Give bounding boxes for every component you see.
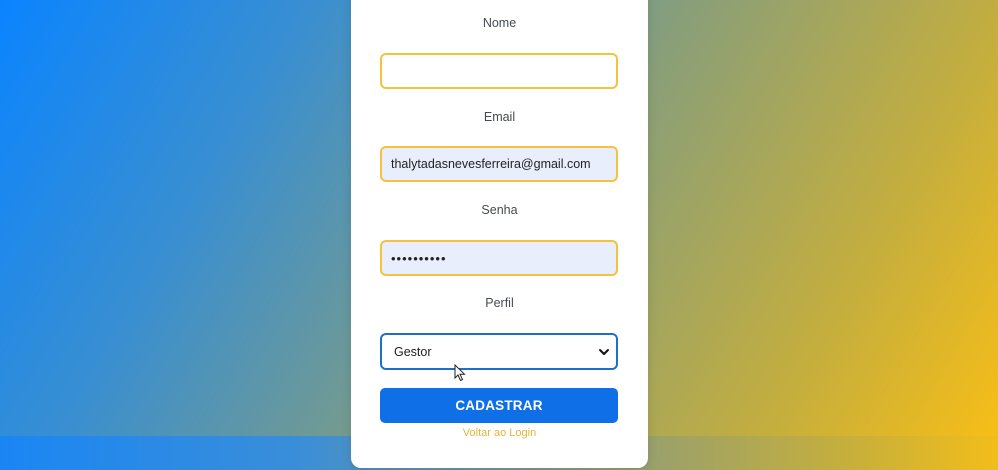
perfil-label: Perfil	[485, 296, 514, 310]
email-label: Email	[483, 110, 516, 124]
back-to-login-link[interactable]: Voltar ao Login	[351, 427, 648, 439]
perfil-select[interactable]: Gestor	[380, 333, 618, 370]
perfil-selected-value: Gestor	[394, 345, 432, 359]
mouse-cursor-icon	[454, 364, 466, 382]
senha-input[interactable]	[380, 240, 618, 276]
chevron-down-icon	[599, 349, 609, 355]
cadastrar-button[interactable]: CADASTRAR	[380, 388, 618, 423]
email-input[interactable]	[380, 146, 618, 182]
senha-label: Senha	[481, 203, 518, 217]
nome-label: Nome	[482, 16, 517, 30]
nome-input[interactable]	[380, 53, 618, 89]
register-card: Nome Email Senha Perfil Gestor CADASTRAR…	[351, 0, 648, 468]
